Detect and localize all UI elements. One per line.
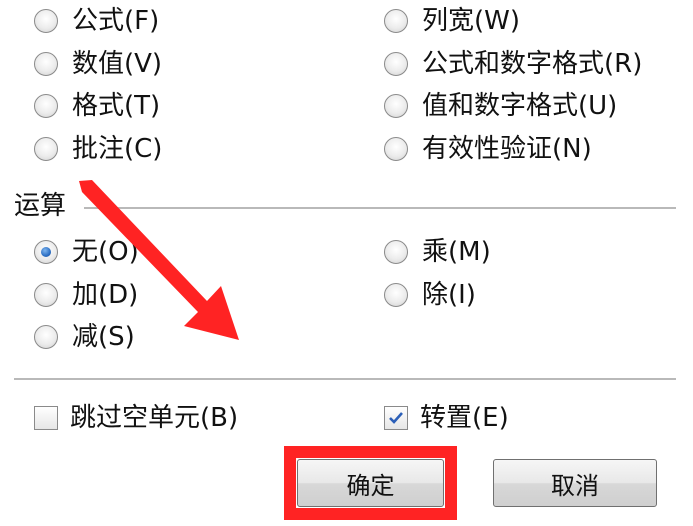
option-label: 列宽(W) xyxy=(422,6,520,36)
skip-blanks-checkbox[interactable]: 跳过空单元(B) xyxy=(34,403,238,433)
paste-option-validation[interactable]: 有效性验证(N) xyxy=(384,134,592,164)
paste-option-comments[interactable]: 批注(C) xyxy=(34,134,162,164)
checkbox-label: 跳过空单元(B) xyxy=(70,403,239,433)
option-label: 批注(C) xyxy=(72,134,163,164)
section-divider xyxy=(14,378,676,380)
operation-option-subtract[interactable]: 减(S) xyxy=(34,322,135,352)
option-label: 数值(V) xyxy=(72,49,163,79)
option-label: 格式(T) xyxy=(72,91,161,121)
operation-option-divide[interactable]: 除(I) xyxy=(384,280,476,310)
radio-icon[interactable] xyxy=(34,325,58,349)
checkbox-icon[interactable] xyxy=(34,406,58,430)
cancel-button[interactable]: 取消 xyxy=(493,459,657,507)
operation-option-none[interactable]: 无(O) xyxy=(34,237,139,267)
operation-option-add[interactable]: 加(D) xyxy=(34,280,138,310)
option-label: 公式和数字格式(R) xyxy=(422,49,643,79)
ok-button-highlight xyxy=(284,446,457,520)
paste-option-formulas-and-number-formats[interactable]: 公式和数字格式(R) xyxy=(384,49,642,79)
radio-icon[interactable] xyxy=(34,52,58,76)
option-label: 除(I) xyxy=(422,280,476,310)
radio-icon[interactable] xyxy=(34,94,58,118)
radio-icon[interactable] xyxy=(384,94,408,118)
checkbox-checked-icon[interactable] xyxy=(384,406,408,430)
paste-option-column-widths[interactable]: 列宽(W) xyxy=(384,6,520,36)
paste-option-formats[interactable]: 格式(T) xyxy=(34,91,160,121)
transpose-checkbox[interactable]: 转置(E) xyxy=(384,403,509,433)
option-label: 有效性验证(N) xyxy=(422,134,592,164)
option-label: 减(S) xyxy=(72,322,135,352)
radio-icon[interactable] xyxy=(384,240,408,264)
option-label: 无(O) xyxy=(72,237,139,267)
option-label: 乘(M) xyxy=(422,237,491,267)
checkmark-icon xyxy=(389,412,403,424)
radio-icon[interactable] xyxy=(384,52,408,76)
option-label: 公式(F) xyxy=(72,6,160,36)
operation-section-title: 运算 xyxy=(14,191,67,221)
radio-icon[interactable] xyxy=(384,9,408,33)
paste-option-values[interactable]: 数值(V) xyxy=(34,49,162,79)
radio-selected-icon[interactable] xyxy=(34,240,58,264)
option-label: 值和数字格式(U) xyxy=(422,91,618,121)
paste-option-values-and-number-formats[interactable]: 值和数字格式(U) xyxy=(384,91,617,121)
checkbox-label: 转置(E) xyxy=(420,403,509,433)
radio-icon[interactable] xyxy=(384,137,408,161)
section-divider xyxy=(84,207,676,209)
radio-icon[interactable] xyxy=(384,283,408,307)
radio-icon[interactable] xyxy=(34,137,58,161)
paste-option-formulas[interactable]: 公式(F) xyxy=(34,6,159,36)
radio-icon[interactable] xyxy=(34,9,58,33)
option-label: 加(D) xyxy=(72,280,139,310)
radio-icon[interactable] xyxy=(34,283,58,307)
operation-option-multiply[interactable]: 乘(M) xyxy=(384,237,491,267)
